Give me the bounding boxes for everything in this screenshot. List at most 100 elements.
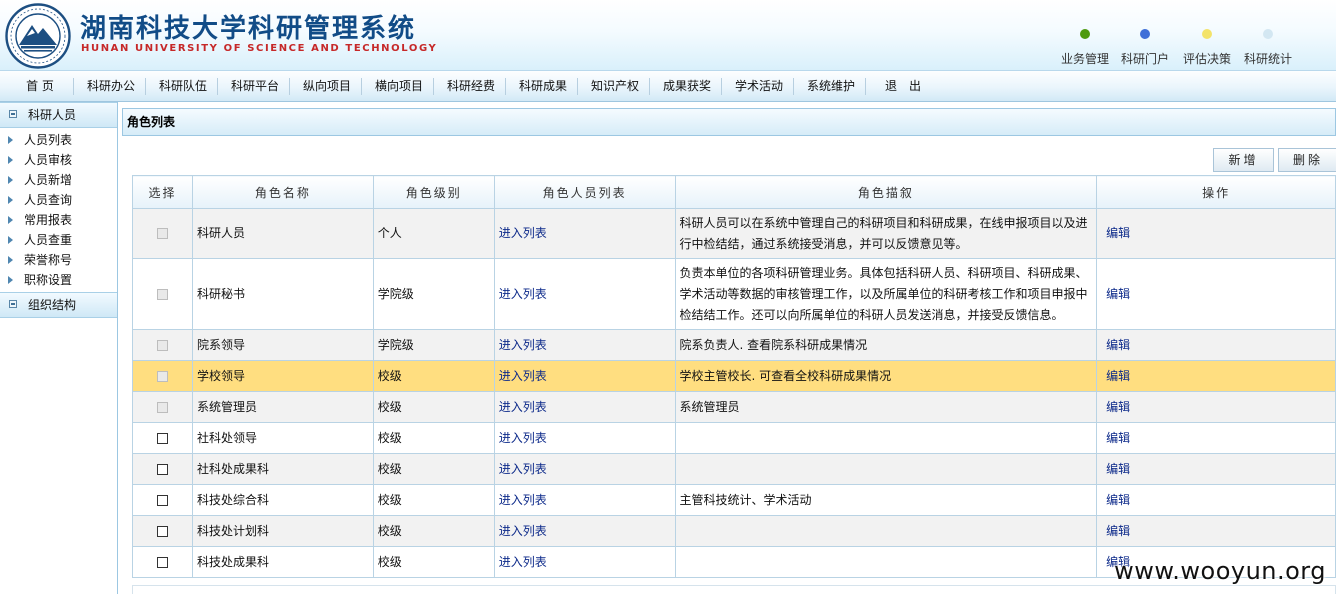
sidebar-item-titles[interactable]: 职称设置 (0, 270, 117, 290)
select-cell (132, 258, 193, 330)
table-row[interactable]: 科研秘书 学院级 进入列表 负责本单位的各项科研管理业务。具体包括科研人员、科研项目、… (132, 258, 1336, 330)
sidebar-item-label: 人员列表 (24, 133, 73, 147)
university-seal-icon (5, 3, 71, 69)
row-checkbox[interactable] (156, 556, 168, 568)
add-button[interactable]: 新增 (1213, 148, 1274, 172)
role-name-cell: 系统管理员 (191, 391, 374, 423)
system-subtitle: HUNAN UNIVERSITY OF SCIENCE AND TECHNOLO… (81, 43, 438, 54)
enter-list-link[interactable]: 进入列表 (499, 226, 547, 240)
table-row[interactable]: 院系领导 学院级 进入列表 院系负责人. 查看院系科研成果情况 编辑 (132, 329, 1336, 361)
quick-link-label: 科研门户 (1120, 52, 1169, 66)
sidebar-item-reports[interactable]: 常用报表 (0, 210, 117, 230)
nav-platform[interactable]: 科研平台 (224, 71, 286, 101)
table-row[interactable]: 科研人员 个人 进入列表 科研人员可以在系统中管理自己的科研项目和科研成果，在线申报项… (132, 208, 1336, 259)
sidebar-section-label: 组织结构 (28, 298, 77, 312)
enter-list-link[interactable]: 进入列表 (499, 524, 547, 538)
row-checkbox[interactable] (156, 494, 168, 506)
app-header: 湖南科技大学科研管理系统 HUNAN UNIVERSITY OF SCIENCE… (0, 0, 1336, 70)
yellow-dot-icon (1202, 29, 1212, 39)
role-name-cell: 科技处综合科 (191, 484, 374, 516)
actions-cell: 编辑 (1096, 422, 1336, 454)
green-dot-icon (1080, 29, 1090, 39)
nav-logout[interactable]: 退 出 (874, 71, 932, 101)
watermark: www.wooyun.org (1114, 557, 1326, 585)
enter-list-link[interactable]: 进入列表 (499, 287, 547, 301)
table-header-row: 选择 角色名称 角色级别 角色人员列表 角色描叙 操作 (132, 175, 1336, 209)
role-level-cell: 校级 (372, 484, 495, 516)
table-row[interactable]: 科技处计划科 校级 进入列表 编辑 (132, 515, 1336, 547)
delete-button[interactable]: 删除 (1278, 148, 1336, 172)
edit-link[interactable]: 编辑 (1106, 338, 1130, 352)
select-cell (132, 546, 193, 578)
main-content: 角色列表 新增 删除 选择 角色名称 角色级别 角色人员列表 角色描叙 操作 科… (118, 102, 1336, 594)
role-description-cell: 学校主管校长. 可查看全校科研成果情况 (674, 360, 1098, 392)
nav-divider (577, 78, 578, 95)
nav-academic[interactable]: 学术活动 (728, 71, 790, 101)
nav-funding[interactable]: 科研经费 (440, 71, 502, 101)
enter-list-link[interactable]: 进入列表 (499, 493, 547, 507)
nav-ip[interactable]: 知识产权 (584, 71, 646, 101)
nav-system[interactable]: 系统维护 (800, 71, 862, 101)
main-nav: 首 页 科研办公 科研队伍 科研平台 纵向项目 横向项目 科研经费 科研成果 知… (0, 70, 1336, 102)
role-level-cell: 个人 (372, 208, 495, 259)
row-checkbox[interactable] (156, 432, 168, 444)
table-row[interactable]: 科技处综合科 校级 进入列表 主管科技统计、学术活动 编辑 (132, 484, 1336, 516)
nav-awards[interactable]: 成果获奖 (656, 71, 718, 101)
quick-link-business[interactable]: 业务管理 (1055, 29, 1115, 67)
sidebar-section-personnel[interactable]: 科研人员 (0, 102, 117, 128)
nav-office[interactable]: 科研办公 (80, 71, 142, 101)
role-level-cell: 学院级 (372, 329, 495, 361)
sidebar-item-add[interactable]: 人员新增 (0, 170, 117, 190)
nav-achievements[interactable]: 科研成果 (512, 71, 574, 101)
sidebar-section-org[interactable]: 组织结构 (0, 292, 117, 318)
edit-link[interactable]: 编辑 (1106, 287, 1130, 301)
select-cell (132, 422, 193, 454)
table-row[interactable]: 社科处成果科 校级 进入列表 编辑 (132, 453, 1336, 485)
role-name-cell: 科研人员 (191, 208, 374, 259)
table-row[interactable]: 学校领导 校级 进入列表 学校主管校长. 可查看全校科研成果情况 编辑 (132, 360, 1336, 392)
enter-list-link[interactable]: 进入列表 (499, 462, 547, 476)
quick-link-assessment[interactable]: 评估决策 (1177, 29, 1237, 67)
sidebar-item-label: 人员新增 (24, 173, 73, 187)
select-cell (132, 208, 193, 259)
sidebar-item-dedupe[interactable]: 人员查重 (0, 230, 117, 250)
edit-link[interactable]: 编辑 (1106, 493, 1130, 507)
enter-list-link[interactable]: 进入列表 (499, 369, 547, 383)
edit-link[interactable]: 编辑 (1106, 369, 1130, 383)
quick-link-statistics[interactable]: 科研统计 (1238, 29, 1298, 67)
nav-home[interactable]: 首 页 (14, 71, 66, 101)
edit-link[interactable]: 编辑 (1106, 226, 1130, 240)
sidebar-item-list[interactable]: 人员列表 (0, 130, 117, 150)
edit-link[interactable]: 编辑 (1106, 431, 1130, 445)
enter-list-link[interactable]: 进入列表 (499, 338, 547, 352)
nav-divider (793, 78, 794, 95)
enter-list-link[interactable]: 进入列表 (499, 400, 547, 414)
row-checkbox[interactable] (156, 463, 168, 475)
nav-divider (721, 78, 722, 95)
actions-cell: 编辑 (1096, 208, 1336, 259)
edit-link[interactable]: 编辑 (1106, 400, 1130, 414)
column-header-actions: 操作 (1096, 175, 1336, 209)
members-cell: 进入列表 (493, 258, 676, 330)
edit-link[interactable]: 编辑 (1106, 524, 1130, 538)
select-cell (132, 329, 193, 361)
table-row[interactable]: 系统管理员 校级 进入列表 系统管理员 编辑 (132, 391, 1336, 423)
table-row[interactable]: 社科处领导 校级 进入列表 编辑 (132, 422, 1336, 454)
sidebar-item-label: 职称设置 (24, 273, 73, 287)
row-checkbox[interactable] (156, 525, 168, 537)
edit-link[interactable]: 编辑 (1106, 462, 1130, 476)
members-cell: 进入列表 (493, 515, 676, 547)
role-description-cell: 负责本单位的各项科研管理业务。具体包括科研人员、科研项目、科研成果、学术活动等数… (674, 258, 1098, 330)
quick-link-portal[interactable]: 科研门户 (1115, 29, 1175, 67)
nav-vertical-projects[interactable]: 纵向项目 (296, 71, 358, 101)
arrow-right-icon (8, 236, 13, 244)
sidebar-item-honors[interactable]: 荣誉称号 (0, 250, 117, 270)
nav-team[interactable]: 科研队伍 (152, 71, 214, 101)
sidebar-item-review[interactable]: 人员审核 (0, 150, 117, 170)
nav-horizontal-projects[interactable]: 横向项目 (368, 71, 430, 101)
sidebar-item-query[interactable]: 人员查询 (0, 190, 117, 210)
actions-cell: 编辑 (1096, 360, 1336, 392)
enter-list-link[interactable]: 进入列表 (499, 555, 547, 569)
role-level-cell: 校级 (372, 453, 495, 485)
enter-list-link[interactable]: 进入列表 (499, 431, 547, 445)
